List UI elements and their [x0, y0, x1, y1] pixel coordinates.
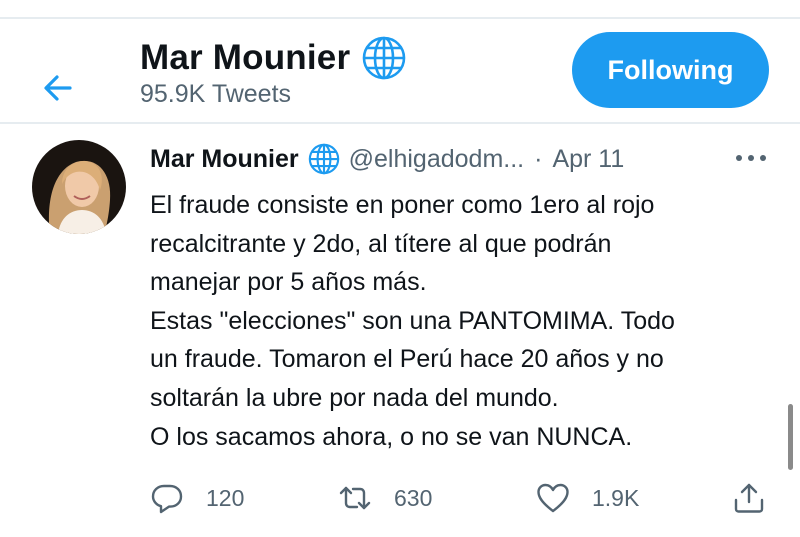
tweet-header: Mar Mounier @elhigadodm... · Apr 11 — [150, 142, 624, 176]
tweet-count: 95.9K Tweets — [140, 80, 292, 108]
reply-count: 120 — [206, 484, 245, 511]
tweet-handle[interactable]: @elhigadodm... — [349, 145, 524, 174]
retweet-count: 630 — [394, 484, 433, 511]
profile-header: Mar Mounier 95.9K Tweets Following — [0, 20, 800, 122]
tweet-date[interactable]: Apr 11 — [552, 145, 624, 174]
like-count: 1.9K — [592, 484, 640, 511]
top-divider — [0, 17, 800, 19]
avatar[interactable] — [32, 140, 126, 234]
tweet-text-line: El fraude consiste en poner como 1ero al… — [150, 191, 655, 219]
like-button[interactable]: 1.9K — [536, 478, 639, 518]
tweet-actions: 120 630 1.9K — [0, 478, 800, 518]
avatar-image — [32, 140, 126, 234]
tweet-text-line: soltarán la ubre por nada del mundo. — [150, 383, 559, 412]
retweet-button[interactable]: 630 — [338, 478, 432, 518]
separator-dot: · — [534, 144, 543, 173]
reply-icon — [151, 484, 183, 514]
tweet-text-line: manejar por 5 años más. — [150, 268, 427, 297]
header-divider — [0, 122, 800, 124]
reply-button[interactable]: 120 — [150, 478, 244, 518]
tweet-text: El fraude consiste en poner como 1ero al… — [150, 186, 780, 456]
globe-icon — [308, 143, 339, 175]
retweet-icon — [339, 486, 371, 510]
profile-name: Mar Mounier — [140, 38, 351, 77]
heart-icon — [537, 483, 569, 513]
arrow-left-icon — [44, 75, 72, 101]
tweet-text-line: recalcitrante y 2do, al títere al que po… — [150, 229, 612, 258]
share-button[interactable] — [732, 478, 766, 518]
globe-icon — [362, 36, 406, 80]
tweet-text-line: O los sacamos ahora, o no se van NUNCA. — [150, 422, 633, 451]
share-icon — [734, 483, 764, 513]
ellipsis-icon[interactable] — [734, 148, 768, 168]
tweet-text-line: un fraude. Tomaron el Perú hace 20 años … — [150, 345, 664, 374]
scrollbar[interactable] — [788, 404, 793, 470]
back-button[interactable] — [38, 68, 82, 108]
tweet-text-line: Estas "elecciones" son una PANTOMIMA. To… — [150, 306, 675, 335]
profile-title-row: Mar Mounier — [140, 34, 408, 82]
following-button[interactable]: Following — [572, 32, 769, 108]
tweet-author-name[interactable]: Mar Mounier — [150, 145, 299, 174]
